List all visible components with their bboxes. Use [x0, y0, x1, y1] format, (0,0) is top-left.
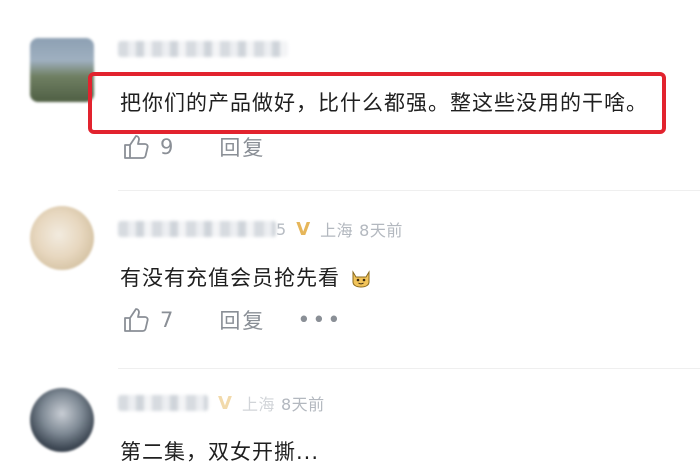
comment-text: 把你们的产品做好，比什么都强。整这些没用的干啥。 [120, 91, 648, 115]
like-count: 7 [160, 308, 174, 332]
thumbs-up-icon[interactable] [122, 133, 150, 161]
location: 上海 [320, 221, 354, 240]
comment-actions: 9 回复 [122, 132, 265, 162]
comment-item: V 上海 8天前 第二集，双女开撕... [0, 368, 700, 473]
comment-item: 把你们的产品做好，比什么都强。整这些没用的干啥。 9 回复 [0, 0, 700, 180]
comment-header [118, 36, 288, 62]
username-blurred[interactable] [118, 395, 208, 411]
more-icon[interactable]: ••• [297, 308, 342, 333]
reply-button[interactable]: 回复 [219, 132, 265, 162]
comment-text: 有没有充值会员抢先看 [120, 262, 372, 292]
reply-button[interactable]: 回复 [219, 305, 265, 335]
like-count: 9 [160, 135, 174, 159]
location: 上海 [241, 395, 275, 414]
avatar[interactable] [30, 38, 94, 102]
comment-actions: 7 回复 ••• [122, 305, 342, 335]
username-blurred[interactable] [118, 41, 288, 57]
comment-header: 5 V 上海 8天前 [118, 216, 403, 242]
comment-text-content: 有没有充值会员抢先看 [120, 266, 340, 290]
vip-icon: V [218, 392, 232, 414]
comment-text: 第二集，双女开撕... [120, 440, 320, 464]
cat-emoji-icon [352, 270, 370, 288]
vip-icon: V [296, 218, 311, 240]
avatar[interactable] [30, 206, 94, 270]
comment-header: V 上海 8天前 [118, 390, 325, 416]
username-tail: 5 [276, 219, 287, 239]
comment-item: 5 V 上海 8天前 有没有充值会员抢先看 7 回复 ••• [0, 190, 700, 360]
username-blurred[interactable] [118, 221, 276, 237]
thumbs-up-icon[interactable] [122, 306, 150, 334]
timestamp: 8天前 [359, 221, 403, 240]
timestamp: 8天前 [280, 395, 325, 414]
avatar[interactable] [30, 388, 94, 452]
